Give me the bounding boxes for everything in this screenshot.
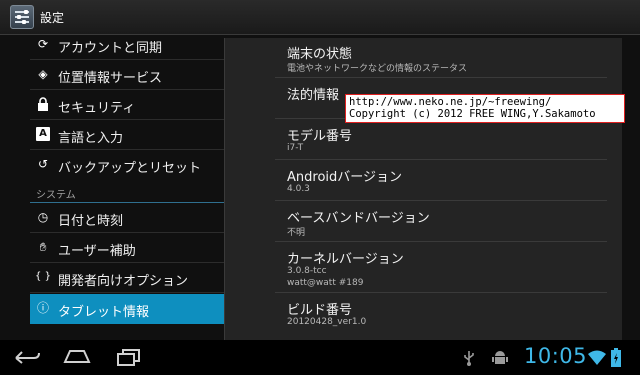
sidebar-item-location[interactable]: ◈ 位置情報サービス xyxy=(30,60,224,90)
detail-summary: 4.0.3 xyxy=(287,184,310,194)
detail-summary: 20120428_ver1.0 xyxy=(287,317,367,327)
sidebar-item-label: ユーザー補助 xyxy=(58,244,136,259)
detail-summary: 不明 xyxy=(287,228,306,238)
keyboard-language-icon: A xyxy=(36,127,50,141)
detail-title: ビルド番号 xyxy=(287,303,353,318)
home-icon[interactable] xyxy=(62,346,92,368)
battery-icon[interactable] xyxy=(610,348,622,368)
sidebar-item-label: 開発者向けオプション xyxy=(58,274,189,289)
detail-title: ベースバンドバージョン xyxy=(287,211,430,226)
sidebar-item-label: バックアップとリセット xyxy=(58,161,202,176)
detail-title: Androidバージョン xyxy=(287,170,403,185)
hand-icon: ✋︎ xyxy=(39,240,47,254)
detail-title: 法的情報 xyxy=(287,88,340,103)
detail-title: モデル番号 xyxy=(287,129,353,144)
watermark-copyright: Copyright (c) 2012 FREE WING,Y.Sakamoto xyxy=(349,108,596,120)
sidebar-item-date-time[interactable]: ◷ 日付と時刻 xyxy=(30,203,224,233)
detail-item-model[interactable]: モデル番号 i7-T xyxy=(275,120,607,160)
detail-summary: 電池やネットワークなどの情報のステータス xyxy=(287,64,468,74)
recent-apps-icon[interactable] xyxy=(114,346,144,368)
sidebar-item-accessibility[interactable]: ✋︎ ユーザー補助 xyxy=(30,233,224,263)
sidebar-item-label: 位置情報サービス xyxy=(58,71,163,86)
sidebar-item-label: タブレット情報 xyxy=(58,305,150,320)
sidebar-item-developer-options[interactable]: { } 開発者向けオプション xyxy=(30,263,224,293)
detail-item-status[interactable]: 端末の状態 電池やネットワークなどの情報のステータス xyxy=(275,38,607,78)
sidebar-item-label: 日付と時刻 xyxy=(58,214,124,229)
sidebar-item-accounts-sync[interactable]: ⟳ アカウントと同期 xyxy=(30,30,224,60)
settings-content: ⟳ アカウントと同期 ◈ 位置情報サービス セキュリティ A 言語と入力 ↺ バ… xyxy=(0,35,640,340)
page-title: 設定 xyxy=(40,11,65,25)
backup-restore-icon: ↺ xyxy=(37,157,49,171)
copyright-watermark: http://www.neko.ne.jp/~freewing/ Copyrig… xyxy=(345,94,625,123)
about-tablet-pane: 端末の状態 電池やネットワークなどの情報のステータス 法的情報 モデル番号 i7… xyxy=(224,38,622,340)
sidebar-item-language-input[interactable]: A 言語と入力 xyxy=(30,120,224,150)
braces-icon: { } xyxy=(35,271,51,282)
status-clock[interactable]: 10:05 xyxy=(524,344,587,368)
detail-title: カーネルバージョン xyxy=(287,252,404,267)
settings-category-list: ⟳ アカウントと同期 ◈ 位置情報サービス セキュリティ A 言語と入力 ↺ バ… xyxy=(30,35,224,340)
info-icon: ⓘ xyxy=(36,301,49,315)
detail-item-baseband[interactable]: ベースバンドバージョン 不明 xyxy=(275,202,607,242)
section-label: システム xyxy=(36,190,76,201)
sync-icon: ⟳ xyxy=(37,37,49,51)
usb-icon[interactable] xyxy=(462,350,476,366)
watermark-url: http://www.neko.ne.jp/~freewing/ xyxy=(349,96,552,108)
detail-summary: i7-T xyxy=(287,143,304,153)
wifi-icon[interactable] xyxy=(588,350,606,366)
sidebar-item-security[interactable]: セキュリティ xyxy=(30,90,224,120)
android-debug-icon[interactable] xyxy=(492,349,508,367)
sidebar-item-about-tablet[interactable]: ⓘ タブレット情報 xyxy=(30,294,224,324)
detail-item-build-number[interactable]: ビルド番号 20120428_ver1.0 xyxy=(275,294,607,334)
section-header-system: システム xyxy=(30,183,224,203)
lock-icon xyxy=(36,97,50,111)
clock-icon: ◷ xyxy=(37,210,49,224)
sidebar-item-backup-reset[interactable]: ↺ バックアップとリセット xyxy=(30,150,224,180)
detail-item-android-version[interactable]: Androidバージョン 4.0.3 xyxy=(275,161,607,201)
settings-icon[interactable] xyxy=(10,5,34,29)
sidebar-item-label: セキュリティ xyxy=(58,101,136,116)
sidebar-item-label: アカウントと同期 xyxy=(58,41,163,56)
detail-summary-secondary: watt@watt #189 xyxy=(287,278,364,288)
detail-item-kernel[interactable]: カーネルバージョン 3.0.8-tcc watt@watt #189 xyxy=(275,243,607,293)
back-icon[interactable] xyxy=(12,346,42,368)
sidebar-item-label: 言語と入力 xyxy=(58,131,124,146)
detail-title: 端末の状態 xyxy=(287,47,353,62)
location-icon: ◈ xyxy=(38,67,48,81)
detail-summary: 3.0.8-tcc xyxy=(287,266,327,276)
